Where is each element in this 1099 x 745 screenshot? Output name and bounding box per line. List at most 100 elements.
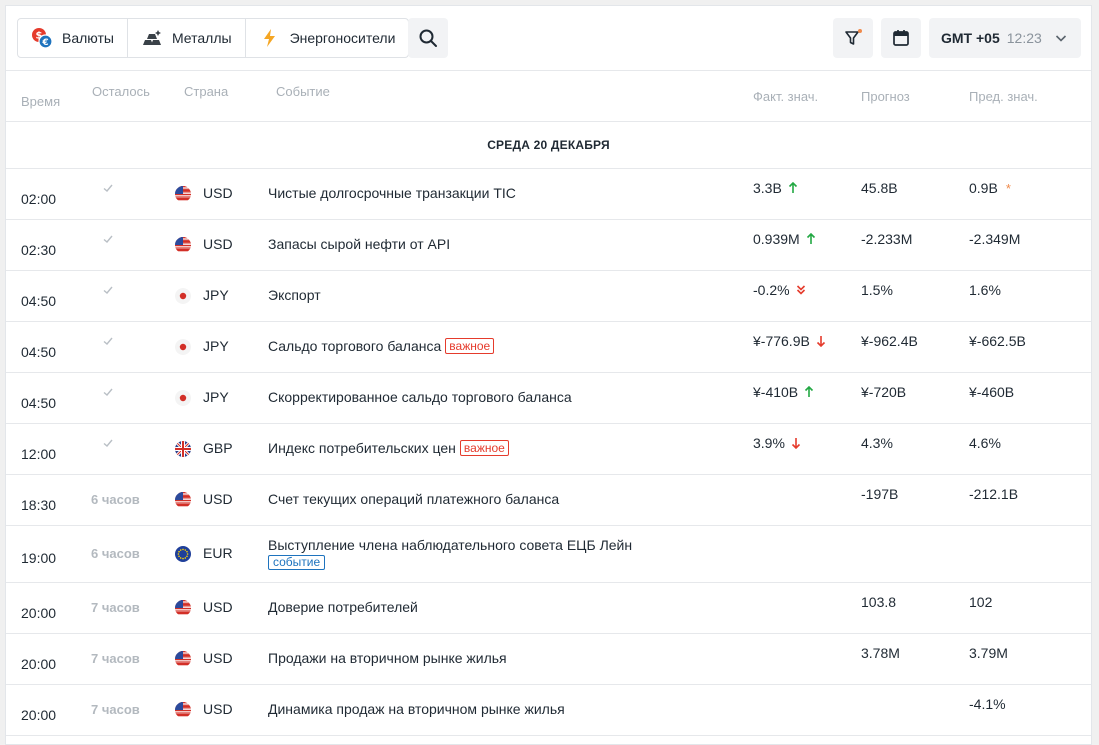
event-link[interactable]: Чистые долгосрочные транзакции TIC (268, 185, 516, 201)
flag-usd-icon (175, 600, 191, 616)
actual-value: 3.9% (753, 435, 785, 451)
svg-text:€: € (41, 38, 48, 48)
previous-value: -4.1% (969, 696, 1006, 712)
actual-value-cell: ¥-776.9B (753, 333, 826, 349)
filter-button[interactable] (833, 18, 873, 58)
event-link[interactable]: Скорректированное сальдо торгового балан… (268, 389, 572, 405)
actual-value-cell: 3.9% (753, 435, 801, 451)
trend-up-icon (806, 233, 816, 245)
event-name-cell: Продажи на вторичном рынке жилья (268, 650, 507, 666)
event-link[interactable]: Доверие потребителей (268, 599, 418, 615)
col-event[interactable]: Событие (276, 84, 330, 99)
table-row[interactable]: 20:00 7 часов USD Продажи на вторичном рынк… (6, 634, 1091, 685)
previous-value: 4.6% (969, 435, 1001, 451)
search-button[interactable] (408, 18, 448, 58)
currency-code: JPY (203, 338, 229, 354)
event-time: 02:00 (21, 191, 57, 207)
flag-usd-icon (175, 702, 191, 718)
event-link[interactable]: Индекс потребительских цен (268, 440, 456, 456)
previous-value: 1.6% (969, 282, 1001, 298)
table-row[interactable]: 20:00 7 часов USD Доверие потребителей 103.8… (6, 583, 1091, 634)
previous-value-cell: -4.1% (969, 696, 1006, 712)
table-row[interactable]: 12:00 GBP Индекс потребительских цен важное… (6, 424, 1091, 475)
forecast-value: 103.8 (861, 594, 897, 610)
filter-icon (845, 29, 862, 45)
event-name-cell: Запасы сырой нефти от API (268, 236, 450, 252)
currency-code: USD (203, 599, 233, 615)
event-time: 20:00 (21, 656, 57, 672)
current-time: 12:23 (1006, 30, 1042, 46)
table-row[interactable]: 02:00 USD Чистые долгосрочные транзакции T… (6, 169, 1091, 220)
table-row[interactable]: 04:50 JPY Экспорт -0.2% 1.5% 1.6% (6, 271, 1091, 322)
forecast-value: 4.3% (861, 435, 893, 451)
check-icon (102, 232, 114, 248)
forecast-value: -197B (861, 486, 899, 502)
actual-value: ¥-776.9B (753, 333, 810, 349)
tab-energy-label: Энергоносители (289, 30, 396, 46)
col-left[interactable]: Осталось (92, 84, 150, 99)
event-name-cell: Экспорт (268, 287, 321, 303)
time-left: 7 часов (91, 702, 140, 717)
previous-value-cell: 4.6% (969, 435, 1001, 451)
previous-value-cell: 0.9B * (969, 180, 1011, 196)
table-row[interactable]: 02:30 USD Запасы сырой нефти от API 0.939M -… (6, 220, 1091, 271)
importance-badge: важное (445, 338, 495, 354)
currency-code: JPY (203, 389, 229, 405)
col-actual[interactable]: Факт. знач. (753, 89, 818, 104)
event-link[interactable]: Динамика продаж на вторичном рынке жилья (268, 701, 565, 717)
event-link[interactable]: Запасы сырой нефти от API (268, 236, 450, 252)
calendar-button[interactable] (881, 18, 921, 58)
col-time[interactable]: Время (21, 94, 60, 109)
energy-icon (258, 26, 282, 50)
col-previous[interactable]: Пред. знач. (969, 89, 1038, 104)
actual-value: ¥-410B (753, 384, 799, 400)
event-time: 04:50 (21, 395, 57, 411)
flag-usd-icon (175, 237, 191, 253)
event-link[interactable]: Продажи на вторичном рынке жилья (268, 650, 507, 666)
time-left: 6 часов (91, 546, 140, 561)
table-header: Время Осталось Страна Событие Факт. знач… (6, 71, 1091, 122)
table-row[interactable]: 19:00 6 часов EUR Выступление члена наблюда… (6, 526, 1091, 583)
event-link[interactable]: Сальдо торгового баланса (268, 338, 441, 354)
previous-value: ¥-460B (969, 384, 1015, 400)
event-time: 12:00 (21, 446, 57, 462)
actual-value-cell: 3.3B (753, 180, 798, 196)
event-name-cell: Чистые долгосрочные транзакции TIC (268, 185, 516, 201)
event-name-cell: Индекс потребительских цен важное (268, 440, 509, 456)
event-time: 19:00 (21, 550, 57, 566)
importance-badge: важное (459, 440, 509, 456)
table-row[interactable]: 20:00 7 часов USD Динамика продаж на вторич… (6, 685, 1091, 736)
check-icon (102, 385, 114, 401)
table-row[interactable]: 04:50 JPY Сальдо торгового баланса важное ¥-… (6, 322, 1091, 373)
tab-currencies-label: Валюты (62, 30, 114, 46)
event-link[interactable]: Выступление члена наблюдательного совета… (268, 537, 632, 553)
tab-metals[interactable]: Металлы (128, 19, 246, 57)
table-row[interactable]: 04:50 JPY Скорректированное сальдо торгово… (6, 373, 1091, 424)
timezone-dropdown[interactable]: GMT +05 12:23 (929, 18, 1081, 58)
col-forecast[interactable]: Прогноз (861, 89, 910, 104)
event-link[interactable]: Счет текущих операций платежного баланса (268, 491, 559, 507)
previous-value-cell: -212.1B (969, 486, 1018, 502)
previous-value: -212.1B (969, 486, 1019, 502)
actual-value-cell: 0.939M (753, 231, 816, 247)
actual-value: 3.3B (753, 180, 782, 196)
table-row[interactable]: 18:30 6 часов USD Счет текущих операций пла… (6, 475, 1091, 526)
time-left: 6 часов (91, 492, 140, 507)
currency-code: JPY (203, 287, 229, 303)
flag-gbp-icon (175, 441, 191, 457)
tab-currencies[interactable]: $ € Валюты (18, 19, 128, 57)
tab-energy[interactable]: Энергоносители (246, 19, 409, 57)
event-time: 20:00 (21, 605, 57, 621)
check-icon (102, 436, 114, 452)
col-country[interactable]: Страна (184, 84, 228, 99)
event-name-cell: Динамика продаж на вторичном рынке жилья (268, 701, 565, 717)
event-link[interactable]: Экспорт (268, 287, 321, 303)
currency-code: USD (203, 701, 233, 717)
event-time: 18:30 (21, 497, 57, 513)
event-time: 02:30 (21, 242, 57, 258)
event-name-cell: Сальдо торгового баланса важное (268, 338, 495, 354)
currency-code: EUR (203, 545, 233, 561)
event-time: 04:50 (21, 293, 57, 309)
time-left: 7 часов (91, 651, 140, 666)
event-type-badge: событие (268, 555, 326, 570)
